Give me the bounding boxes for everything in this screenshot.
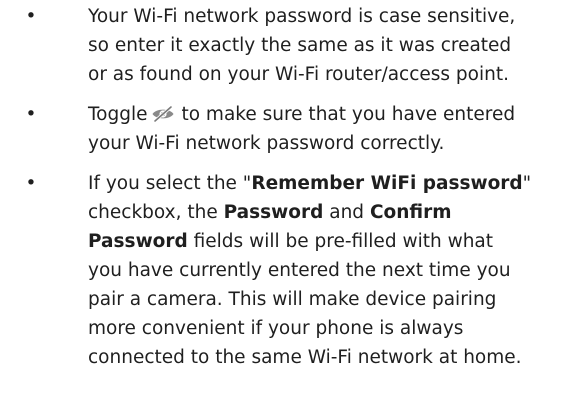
text-span: fields will be pre-filled with what xyxy=(187,231,494,252)
text-line: If you select the "Remember WiFi passwor… xyxy=(88,169,576,198)
text-line: or as found on your Wi-Fi router/access … xyxy=(88,64,509,85)
text-line: so enter it exactly the same as it was c… xyxy=(88,35,512,56)
help-document: • Your Wi-Fi network password is case se… xyxy=(0,0,582,399)
text-line: more convenient if your phone is always xyxy=(88,318,464,339)
list-item-case-sensitive: • Your Wi-Fi network password is case se… xyxy=(0,2,582,89)
text-line: your Wi-Fi network password correctly. xyxy=(88,133,445,154)
toggle-sentence: to make sure that you have entered xyxy=(181,104,516,125)
confirm-term: Confirm xyxy=(369,202,452,223)
text-line: you have currently entered the next time… xyxy=(88,260,511,281)
eye-hide-icon xyxy=(152,105,174,123)
text-span: and xyxy=(323,202,370,223)
list-item-toggle-visibility: • Toggle to make sure that you have ente… xyxy=(0,100,582,158)
text-line: Your Wi-Fi network password is case sens… xyxy=(88,6,516,27)
text-line: Toggle to make sure that you have entere… xyxy=(88,100,576,129)
password-term: Password xyxy=(223,202,324,223)
bullet-dot: • xyxy=(25,173,37,194)
password-term: Password xyxy=(88,231,188,252)
text-line: Password fields will be pre-filled with … xyxy=(88,227,576,256)
text-line: checkbox, the Password and Confirm xyxy=(88,198,576,227)
toggle-word: Toggle xyxy=(88,104,148,125)
bullet-list: • Your Wi-Fi network password is case se… xyxy=(0,2,582,372)
text-span: " xyxy=(522,173,532,194)
text-span: If you select the " xyxy=(88,173,252,194)
bullet-dot: • xyxy=(25,6,37,27)
text-span: checkbox, the xyxy=(88,202,224,223)
list-item-remember-password: • If you select the "Remember WiFi passw… xyxy=(0,169,582,372)
remember-wifi-password-term: Remember WiFi password xyxy=(251,173,523,194)
text-line: pair a camera. This will make device pai… xyxy=(88,289,497,310)
bullet-dot: • xyxy=(25,104,37,125)
text-line: connected to the same Wi-Fi network at h… xyxy=(88,347,522,368)
